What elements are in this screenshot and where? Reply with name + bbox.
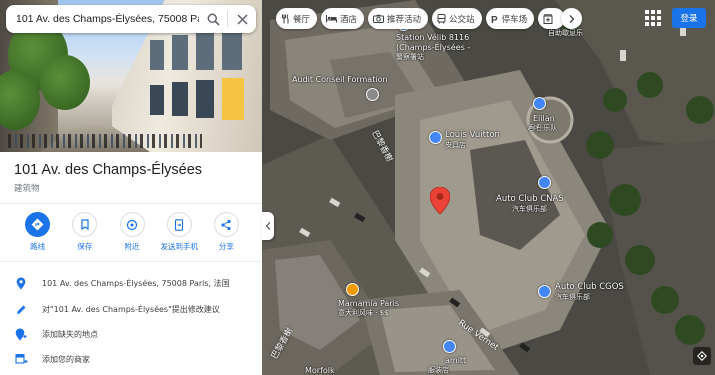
transit-icon [437,13,446,24]
parking-icon: P [491,15,498,24]
save-button[interactable]: 保存 [61,212,108,252]
add-business-text: 添加您的商家 [42,354,90,364]
chip-parking-label: 停车场 [501,14,528,25]
suggest-edit-row[interactable]: 对"101 Av. des Champs-Élysées"提出修改建议 [0,297,262,321]
camera-icon [373,14,385,23]
map-label-auto-club-cgos[interactable]: Auto Club CGOS [555,282,624,293]
layers-icon [697,351,707,361]
map-label-station-velib-2: (Champs-Élysées - [396,43,471,52]
restaurant-icon [282,13,289,23]
directions-icon [31,218,44,231]
apps-grid-icon[interactable] [645,10,661,26]
layers-button[interactable] [693,347,711,365]
map-label-elilan-sub: 酒吧·乐队 [527,124,558,132]
map-label-auto-club-cnas[interactable]: Auto Club CNAS [496,194,564,205]
map-label-audit-conseil[interactable]: Audit Conseil Formation [292,75,388,84]
map-label-louis-vuitton[interactable]: Louis Vuitton [445,130,500,141]
close-icon [236,13,248,25]
location-pin-icon [16,277,26,289]
map-label-morfolk[interactable]: Morfolk [305,366,335,375]
search-button[interactable] [199,5,227,33]
restaurant-poi-icon[interactable] [346,283,359,296]
share-icon [221,219,232,230]
map-label-mamamia-sub: 意大利风味 · $$ [338,309,389,317]
nearby-icon [126,219,138,230]
chip-parking[interactable]: P 停车场 [485,8,535,29]
chip-transit-label: 公交站 [449,14,475,25]
category-chips: 餐厅 酒店 推荐活动 公交站 P 停车场 [276,8,583,29]
add-place-row[interactable]: 添加缺失的地点 [0,322,262,346]
pharmacy-icon [543,13,553,24]
svg-text:P: P [491,15,498,24]
map-label-auto-club-cnas-sub: 汽车俱乐部 [512,205,547,213]
car-poi-icon[interactable] [538,176,551,189]
place-type[interactable]: 建筑物 [14,182,40,194]
hotel-icon [326,15,338,23]
map-label-top: 自助歇息乐 [548,29,583,37]
nearby-button[interactable]: 附近 [108,212,155,252]
share-button[interactable]: 分享 [203,212,250,252]
directions-label: 路线 [30,242,46,251]
shopping-bag-icon[interactable] [429,131,442,144]
signin-button[interactable]: 登录 [672,8,706,28]
action-buttons: 路线 保存 附近 发送到手机 分享 [0,212,262,252]
directions-button[interactable]: 路线 [14,212,61,252]
map-label-elilan[interactable]: Elilan [533,114,555,123]
send-to-phone-label: 发送到手机 [160,242,198,251]
map-label-station-velib[interactable]: Station Vélib 8116 [396,33,469,42]
address-text: 101 Av. des Champs-Élysées, 75008 Paris,… [42,278,230,288]
chips-next-button[interactable] [561,8,583,29]
chip-things-to-do[interactable]: 推荐活动 [368,8,429,29]
send-to-phone-icon [175,218,184,231]
search-box[interactable]: 101 Av. des Champs-Élysées, 75008 Pa [6,5,256,33]
chevron-left-icon [265,222,271,230]
map-label-mamamia[interactable]: Mamamia Paris [338,299,399,308]
search-input[interactable]: 101 Av. des Champs-Élysées, 75008 Pa [16,13,199,25]
add-business-icon [14,354,27,364]
save-label: 保存 [77,242,93,251]
map-label-amitt-sub: 服装店 [428,366,449,374]
add-place-text: 添加缺失的地点 [42,329,98,339]
divider [0,261,262,262]
chip-hotels-label: 酒店 [340,14,358,25]
nearby-label: 附近 [124,242,140,251]
chevron-right-icon [569,14,574,23]
map-label-amitt[interactable]: amitt [445,356,466,365]
bar-poi-icon[interactable] [533,97,546,110]
edit-pencil-icon [16,305,25,314]
suggest-edit-text: 对"101 Av. des Champs-Élysées"提出修改建议 [42,304,220,314]
chip-things-to-do-label: 推荐活动 [387,14,422,25]
share-label: 分享 [218,242,234,251]
place-panel: 101 Av. des Champs-Élysées, 75008 Pa 101… [0,0,262,375]
chip-restaurants-label: 餐厅 [293,14,311,25]
map-label-auto-club-cgos-sub: 汽车俱乐部 [555,293,590,301]
shopping-poi-icon[interactable] [443,340,456,353]
car-poi-icon-2[interactable] [538,285,551,298]
collapse-panel-button[interactable] [262,212,274,240]
add-place-icon [15,328,27,340]
place-title: 101 Av. des Champs-Élysées [14,162,203,178]
divider [0,203,262,204]
selected-location-pin-icon[interactable] [430,187,450,214]
building-poi-icon[interactable] [366,88,379,101]
map-label-louis-vuitton-sub: 皮具店 [445,141,466,149]
chip-restaurants[interactable]: 餐厅 [276,8,318,29]
close-button[interactable] [228,5,256,33]
chip-transit[interactable]: 公交站 [432,8,482,29]
bookmark-icon [81,219,89,230]
search-icon [207,13,220,26]
send-to-phone-button[interactable]: 发送到手机 [156,212,203,252]
map-label-station-velib-3: 警察署站 [396,53,424,61]
add-business-row[interactable]: 添加您的商家 [0,347,262,371]
address-row[interactable]: 101 Av. des Champs-Élysées, 75008 Paris,… [0,271,262,295]
chip-hotels[interactable]: 酒店 [321,8,365,29]
